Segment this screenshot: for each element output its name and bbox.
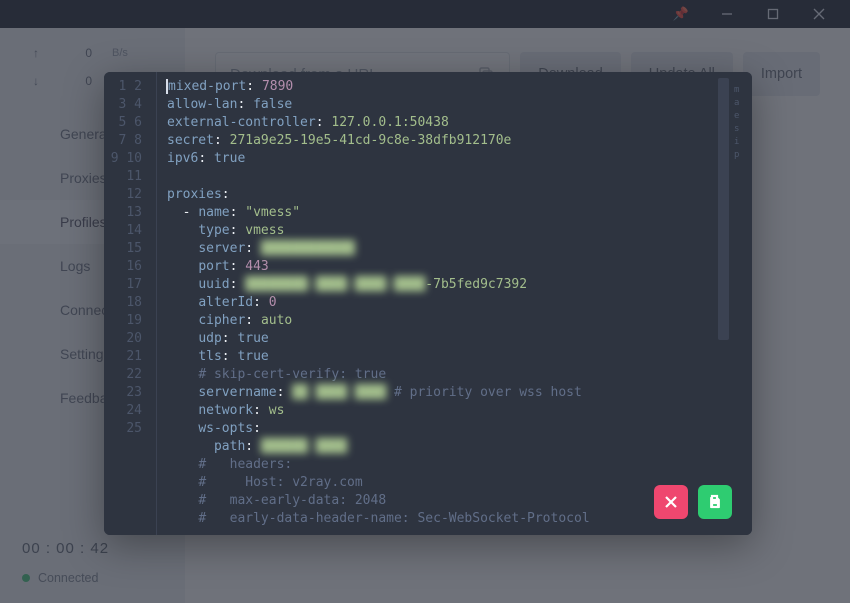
minimap: m a e s i p: [730, 72, 752, 535]
save-button[interactable]: [698, 485, 732, 519]
scrollbar[interactable]: [718, 78, 729, 340]
cancel-button[interactable]: [654, 485, 688, 519]
line-gutter: 1 2 3 4 5 6 7 8 9 10 11 12 13 14 15 16 1…: [104, 72, 156, 535]
code-area[interactable]: mixed-port: 7890 allow-lan: false extern…: [156, 72, 730, 535]
config-editor: 1 2 3 4 5 6 7 8 9 10 11 12 13 14 15 16 1…: [104, 72, 752, 535]
